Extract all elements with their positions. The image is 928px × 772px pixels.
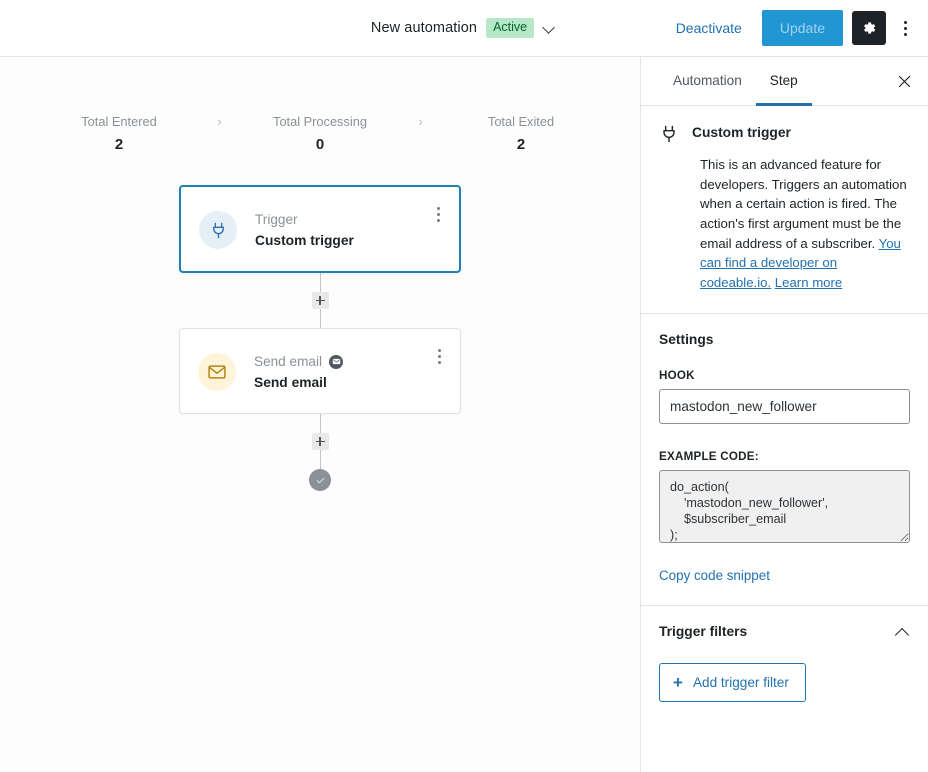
chevron-right-icon: › bbox=[418, 114, 423, 129]
chevron-down-icon[interactable] bbox=[543, 21, 557, 35]
envelope-icon bbox=[208, 365, 226, 379]
automation-canvas: Total Entered 2 › Total Processing 0 › T… bbox=[0, 57, 640, 772]
node-more-button[interactable] bbox=[429, 203, 447, 225]
settings-gear-button[interactable] bbox=[852, 11, 886, 45]
panel-settings-section: Settings HOOK EXAMPLE CODE: do_action( '… bbox=[641, 314, 928, 606]
status-badge: Active bbox=[486, 18, 535, 38]
panel-trigger-filters-section: Trigger filters + Add trigger filter bbox=[641, 606, 928, 722]
node-type-label: Send email bbox=[254, 352, 444, 371]
check-icon bbox=[316, 477, 324, 483]
panel-tabs: Automation Step bbox=[641, 57, 928, 106]
trigger-filters-header[interactable]: Trigger filters bbox=[659, 624, 910, 640]
example-code-label: EXAMPLE CODE: bbox=[659, 449, 759, 463]
tab-step[interactable]: Step bbox=[755, 57, 812, 106]
stat-value: 2 bbox=[114, 136, 124, 154]
automation-title: New automation bbox=[370, 20, 478, 36]
chevron-up-icon[interactable] bbox=[894, 624, 910, 640]
panel-step-info: Custom trigger This is an advanced featu… bbox=[641, 106, 928, 314]
automation-flow: Trigger Custom trigger Send email Send e… bbox=[0, 185, 640, 491]
stat-label: Total Processing bbox=[273, 114, 367, 129]
stat-value: 0 bbox=[315, 136, 325, 154]
tab-automation[interactable]: Automation bbox=[659, 57, 756, 106]
example-code-textarea[interactable]: do_action( 'mastodon_new_follower', $sub… bbox=[659, 469, 910, 543]
gear-icon bbox=[864, 22, 876, 34]
hook-input[interactable] bbox=[659, 388, 910, 424]
stat-value: 2 bbox=[516, 136, 526, 154]
stats-bar: Total Entered 2 › Total Processing 0 › T… bbox=[0, 112, 640, 153]
add-trigger-filter-button[interactable]: + Add trigger filter bbox=[659, 662, 806, 702]
node-icon-wrapper bbox=[198, 353, 236, 391]
stat-total-processing: Total Processing 0 bbox=[233, 112, 408, 153]
close-icon bbox=[898, 75, 910, 87]
node-icon-wrapper bbox=[199, 211, 237, 249]
hook-field-label: HOOK bbox=[659, 368, 695, 382]
description-text: This is an advanced feature for develope… bbox=[700, 157, 907, 251]
toolbar-actions: Deactivate Update bbox=[666, 0, 928, 56]
node-type-text: Send email bbox=[254, 354, 323, 369]
flow-connector bbox=[311, 414, 329, 469]
deactivate-button[interactable]: Deactivate bbox=[666, 12, 752, 44]
panel-step-header: Custom trigger bbox=[659, 124, 910, 144]
flow-node-send-email[interactable]: Send email Send email bbox=[179, 328, 461, 414]
connector-line bbox=[319, 414, 321, 433]
plug-icon bbox=[212, 222, 224, 238]
add-step-button[interactable] bbox=[311, 433, 329, 450]
plug-icon bbox=[663, 125, 675, 143]
add-trigger-filter-label: Add trigger filter bbox=[692, 674, 789, 690]
chevron-right-icon: › bbox=[217, 114, 222, 129]
panel-step-title: Custom trigger bbox=[692, 125, 791, 140]
flow-node-trigger[interactable]: Trigger Custom trigger bbox=[179, 185, 461, 273]
panel-description-wrap: This is an advanced feature for develope… bbox=[659, 155, 910, 293]
settings-heading: Settings bbox=[659, 331, 714, 347]
connector-line bbox=[319, 273, 321, 292]
node-body: Send email Send email bbox=[254, 351, 444, 390]
toolbar-more-button[interactable] bbox=[890, 11, 920, 45]
trigger-filters-title: Trigger filters bbox=[659, 624, 748, 640]
node-title: Send email bbox=[254, 375, 327, 391]
stat-total-exited: Total Exited 2 bbox=[434, 112, 609, 153]
stat-label: Total Exited bbox=[487, 114, 555, 129]
panel-step-description: This is an advanced feature for develope… bbox=[700, 155, 910, 293]
node-more-button[interactable] bbox=[430, 345, 448, 367]
stat-label: Total Entered bbox=[81, 114, 157, 129]
node-type-text: Trigger bbox=[255, 212, 298, 227]
flow-end-node[interactable] bbox=[309, 469, 331, 491]
update-button[interactable]: Update bbox=[761, 9, 843, 47]
node-type-label: Trigger bbox=[255, 210, 443, 229]
copy-code-snippet-link[interactable]: Copy code snippet bbox=[659, 568, 770, 583]
step-settings-panel: Automation Step Custom trigger This is a… bbox=[640, 57, 928, 772]
flow-connector bbox=[311, 273, 329, 328]
more-vertical-icon bbox=[903, 20, 907, 36]
plus-icon: + bbox=[673, 672, 683, 692]
automation-builder-app: New automation Active Deactivate Update … bbox=[0, 0, 928, 772]
node-title: Custom trigger bbox=[255, 233, 354, 249]
connector-line bbox=[319, 450, 321, 469]
envelope-badge-icon bbox=[329, 354, 344, 369]
add-step-button[interactable] bbox=[311, 292, 329, 309]
panel-close-button[interactable] bbox=[890, 67, 918, 95]
node-body: Trigger Custom trigger bbox=[255, 209, 443, 248]
top-toolbar: New automation Active Deactivate Update bbox=[0, 0, 928, 57]
connector-line bbox=[319, 309, 321, 328]
stat-total-entered: Total Entered 2 bbox=[32, 112, 207, 153]
learn-more-link[interactable]: Learn more bbox=[775, 275, 842, 290]
